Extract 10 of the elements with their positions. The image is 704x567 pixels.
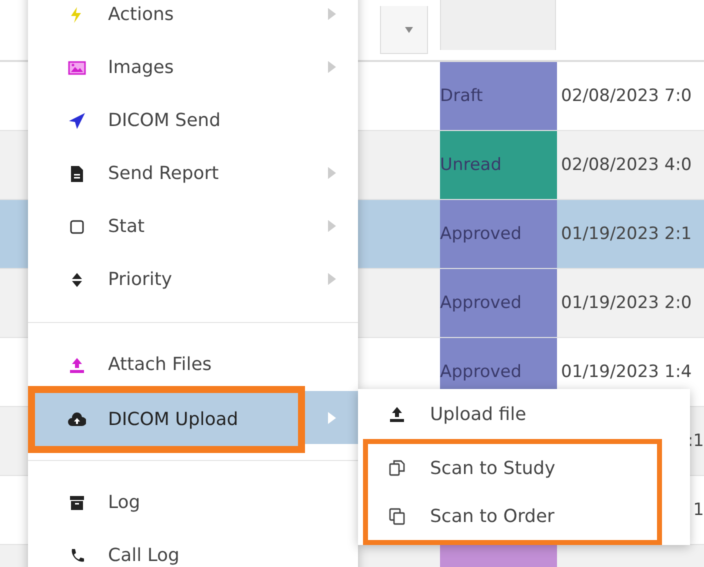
date-cell-text: 01/19/2023 2:1 <box>560 223 693 246</box>
status-cell: Draft <box>440 62 557 130</box>
date-cell-text: 02/08/2023 4:0 <box>560 154 693 177</box>
status-cell: Unread <box>440 131 557 199</box>
date-cell-text: 02/08/2023 7:0 <box>560 85 693 108</box>
date-cell-text: 01/19/2023 2:0 <box>560 292 693 315</box>
status-cell: Approved <box>440 200 557 268</box>
date-cell-text: 01/19/2023 1:4 <box>560 361 693 384</box>
date-cell: 1 <box>693 500 704 520</box>
status-cell: Approved <box>440 269 557 337</box>
